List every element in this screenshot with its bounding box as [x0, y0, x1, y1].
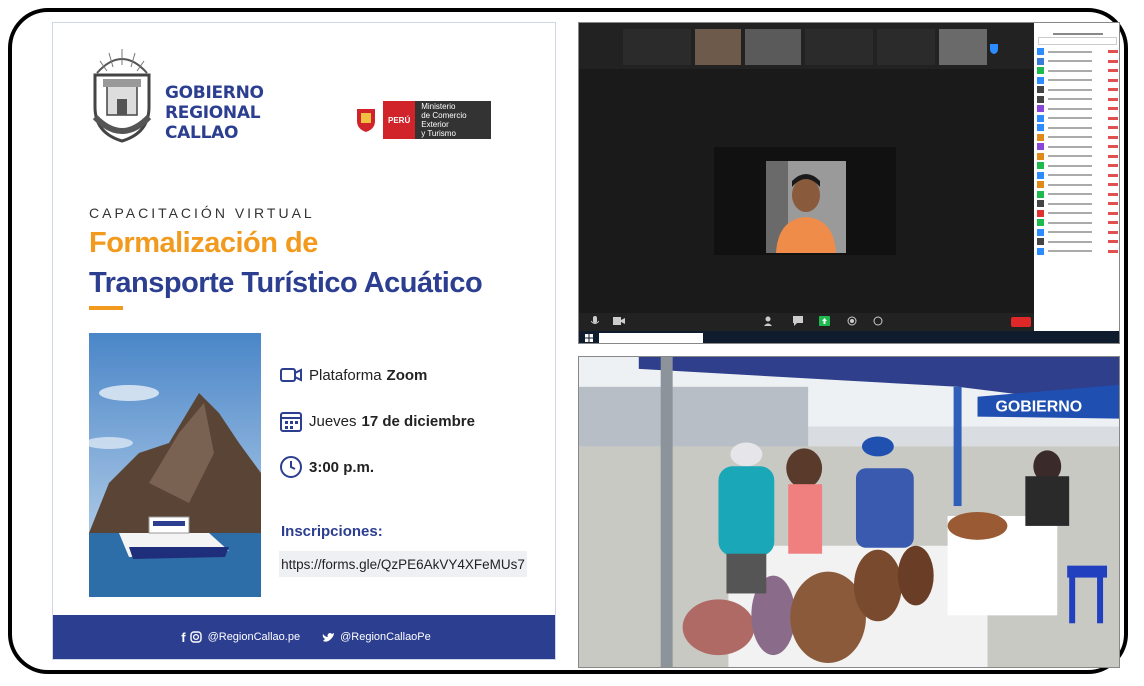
share-screen-icon[interactable]	[819, 316, 830, 326]
title-line-1: Formalización de	[89, 227, 318, 259]
date-row: Jueves 17 de diciembre	[279, 409, 475, 433]
participants-icon[interactable]	[764, 316, 775, 326]
regional-coat-of-arms-logo	[92, 49, 152, 143]
reactions-icon[interactable]	[873, 316, 883, 326]
org-line-2: REGIONAL	[165, 103, 261, 123]
instagram-icon	[189, 631, 202, 643]
end-meeting-button[interactable]	[1011, 317, 1031, 327]
participant-row[interactable]	[1034, 142, 1119, 152]
video-icon[interactable]	[613, 316, 625, 326]
twitter-handle[interactable]: @RegionCallaoPe	[340, 631, 431, 643]
chat-icon[interactable]	[793, 316, 803, 326]
peru-shield-icon	[357, 109, 375, 132]
participant-tile	[805, 29, 873, 65]
date-value: 17 de diciembre	[361, 412, 475, 430]
video-camera-icon	[280, 368, 302, 382]
taskbar-search[interactable]	[599, 333, 703, 343]
facebook-instagram-handle[interactable]: @RegionCallao.pe	[208, 631, 301, 643]
participant-tile-video	[745, 29, 801, 65]
title-line-2: Transporte Turístico Acuático	[89, 267, 483, 299]
windows-taskbar	[579, 331, 1119, 343]
registration-label: Inscripciones:	[281, 523, 383, 540]
fair-stand-photo: GOBIERNO	[578, 356, 1120, 668]
date-label: Jueves	[309, 412, 357, 430]
zoom-gallery-strip	[579, 23, 1034, 69]
participant-tile	[623, 29, 691, 65]
zoom-toolbar	[579, 313, 1034, 331]
participant-row[interactable]	[1034, 199, 1119, 209]
org-line-1: GOBIERNO	[165, 83, 264, 103]
speaker-person	[766, 161, 846, 253]
zoom-meeting-screenshot	[578, 22, 1120, 344]
participant-tile	[877, 29, 935, 65]
sea-rock-boat-photo	[89, 333, 261, 597]
zoom-shield-icon	[990, 44, 998, 54]
platform-row: Plataforma Zoom	[279, 363, 427, 387]
participant-row[interactable]	[1034, 247, 1119, 257]
participants-panel	[1034, 23, 1119, 331]
ministry-line-3: y Turismo	[421, 129, 456, 138]
active-speaker-video	[714, 147, 896, 255]
participant-row[interactable]	[1034, 104, 1119, 114]
participant-row[interactable]	[1034, 228, 1119, 238]
clock-icon	[280, 456, 302, 478]
participant-row[interactable]	[1034, 95, 1119, 105]
windows-start-icon[interactable]	[585, 334, 593, 342]
registration-link[interactable]: https://forms.gle/QzPE6AkVY4XFeMUs7	[279, 551, 527, 577]
participant-row[interactable]	[1034, 133, 1119, 143]
participant-row[interactable]	[1034, 123, 1119, 133]
ministry-name: Ministerio de Comercio Exterior y Turism…	[415, 101, 492, 139]
participant-row[interactable]	[1034, 76, 1119, 86]
participant-tile-video	[695, 29, 741, 65]
record-icon[interactable]	[847, 316, 857, 326]
peru-label: PERÚ	[383, 101, 416, 139]
facebook-icon: f	[181, 629, 186, 645]
ministry-line-1: Ministerio	[421, 102, 456, 111]
participant-row[interactable]	[1034, 161, 1119, 171]
participant-row[interactable]	[1034, 66, 1119, 76]
org-name: GOBIERNO REGIONAL CALLAO	[165, 83, 264, 143]
participant-row[interactable]	[1034, 47, 1119, 57]
participant-row[interactable]	[1034, 152, 1119, 162]
org-line-3: CALLAO	[165, 123, 239, 143]
participant-row[interactable]	[1034, 218, 1119, 228]
participant-row[interactable]	[1034, 171, 1119, 181]
calendar-icon	[280, 412, 302, 432]
time-row: 3:00 p.m.	[279, 455, 374, 479]
platform-label: Plataforma	[309, 366, 382, 384]
title-underline	[89, 306, 123, 310]
participant-row[interactable]	[1034, 57, 1119, 67]
time-value: 3:00 p.m.	[309, 458, 375, 476]
participant-row[interactable]	[1034, 114, 1119, 124]
microphone-icon[interactable]	[591, 316, 599, 327]
twitter-icon	[322, 632, 335, 642]
participants-title	[1052, 33, 1103, 35]
ministry-logo: PERÚ Ministerio de Comercio Exterior y T…	[355, 99, 492, 141]
participant-row[interactable]	[1034, 237, 1119, 247]
participant-row[interactable]	[1034, 180, 1119, 190]
participant-tile-video	[939, 29, 987, 65]
social-footer: f @RegionCallao.pe @RegionCallaoPe	[53, 615, 555, 659]
ministry-line-2: de Comercio Exterior	[421, 111, 467, 129]
participants-search[interactable]	[1038, 37, 1117, 45]
platform-value: Zoom	[386, 366, 428, 384]
event-flyer: GOBIERNO REGIONAL CALLAO PERÚ Ministerio…	[52, 22, 556, 660]
participant-row[interactable]	[1034, 209, 1119, 219]
event-type: CAPACITACIÓN VIRTUAL	[89, 205, 315, 221]
participant-row[interactable]	[1034, 85, 1119, 95]
banner-text: GOBIERNO	[995, 399, 1082, 416]
participant-row[interactable]	[1034, 190, 1119, 200]
